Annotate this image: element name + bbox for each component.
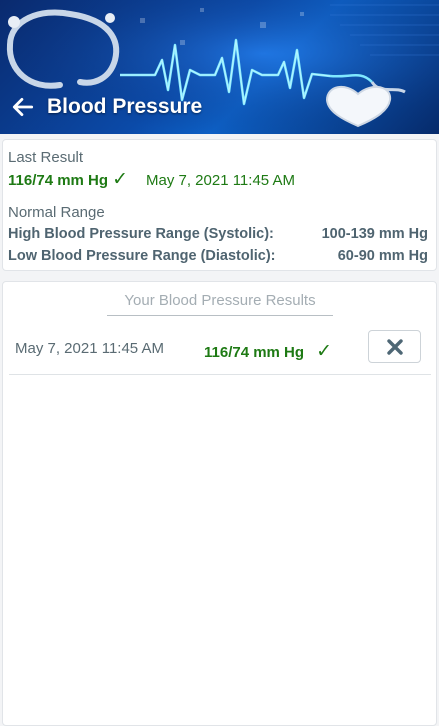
last-result-line: 116/74 mm Hg ✓ May 7, 2021 11:45 AM — [8, 170, 295, 190]
last-result-card: Last Result 116/74 mm Hg ✓ May 7, 2021 11:… — [2, 139, 437, 271]
range-row-systolic: High Blood Pressure Range (Systolic): 10… — [8, 226, 428, 242]
range-name: Low Blood Pressure Range (Diastolic): — [8, 248, 276, 264]
result-row: May 7, 2021 11:45 AM 116/74 mm Hg ✓ — [9, 327, 431, 375]
page-title: Blood Pressure — [47, 95, 203, 118]
range-value: 100-139 mm Hg — [321, 226, 428, 242]
results-card: Your Blood Pressure Results May 7, 2021 … — [2, 281, 437, 726]
result-date: May 7, 2021 11:45 AM — [15, 340, 164, 357]
checkmark-icon: ✓ — [316, 341, 332, 362]
checkmark-icon: ✓ — [112, 169, 128, 190]
result-value: 116/74 mm Hg — [204, 344, 305, 361]
range-value: 60-90 mm Hg — [337, 248, 428, 264]
range-row-diastolic: Low Blood Pressure Range (Diastolic): 60… — [8, 248, 428, 264]
range-name: High Blood Pressure Range (Systolic): — [8, 226, 274, 242]
result-value-group: 116/74 mm Hg ✓ — [204, 340, 332, 363]
results-heading: Your Blood Pressure Results — [107, 292, 333, 316]
app-header: Blood Pressure — [0, 0, 439, 134]
last-result-value: 116/74 mm Hg — [8, 172, 109, 189]
delete-result-button[interactable] — [368, 330, 421, 363]
close-x-icon — [386, 338, 403, 355]
arrow-left-icon[interactable] — [10, 94, 36, 120]
last-result-label: Last Result — [8, 149, 84, 166]
last-result-date: May 7, 2021 11:45 AM — [145, 172, 295, 189]
normal-range-label: Normal Range — [8, 204, 105, 221]
